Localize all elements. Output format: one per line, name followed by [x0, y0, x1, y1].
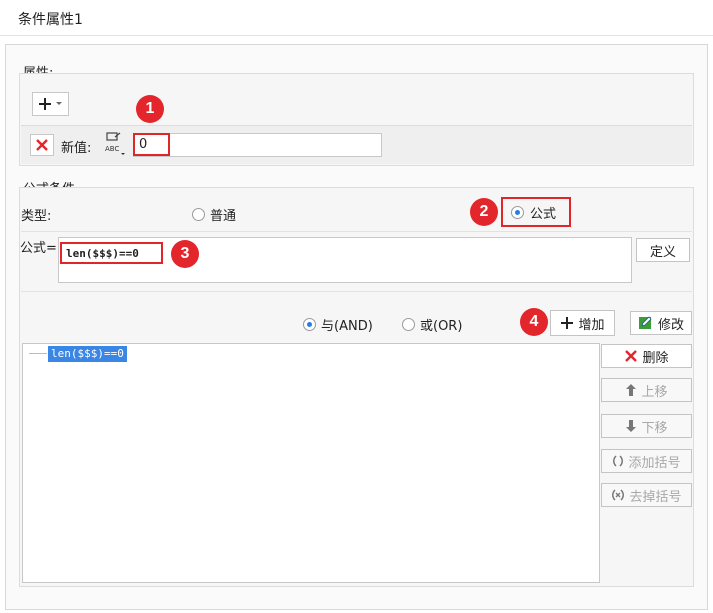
delete-property-button[interactable] — [30, 134, 54, 156]
new-value-text: 0 — [133, 133, 170, 156]
radio-and[interactable]: 与(AND) — [303, 315, 373, 334]
radio-formula-label: 公式 — [530, 206, 557, 222]
condition-item[interactable]: len($$$)==0 — [48, 346, 127, 362]
radio-or-label: 或(OR) — [420, 319, 463, 334]
plus-icon — [561, 317, 574, 329]
arrow-up-icon — [626, 384, 637, 396]
add-bracket-button-label: 添加括号 — [628, 455, 681, 471]
annotation-badge-4: 4 — [520, 308, 548, 336]
new-value-label: 新值: — [61, 141, 92, 156]
brackets-icon — [613, 455, 624, 467]
annotation-badge-2: 2 — [470, 198, 498, 226]
remove-bracket-button-label: 去掉括号 — [629, 489, 682, 505]
delete-button-label: 删除 — [642, 350, 669, 366]
define-button[interactable]: 定义 — [636, 238, 690, 262]
radio-and-circle — [303, 318, 316, 331]
add-property-button[interactable] — [32, 92, 69, 116]
radio-and-label: 与(AND) — [321, 319, 373, 334]
abc-type-icon[interactable]: ABC — [103, 131, 127, 157]
move-down-button[interactable]: 下移 — [601, 414, 692, 438]
radio-normal[interactable]: 普通 — [192, 205, 236, 224]
annotation-badge-1: 1 — [136, 95, 164, 123]
svg-text:ABC: ABC — [105, 145, 119, 153]
radio-normal-label: 普通 — [210, 209, 237, 224]
formula-text: len($$$)==0 — [60, 242, 163, 264]
modify-button-label: 修改 — [657, 317, 684, 333]
chevron-down-icon — [56, 102, 62, 105]
modify-button[interactable]: 修改 — [630, 311, 692, 335]
radio-formula[interactable]: 公式 — [501, 197, 571, 227]
move-up-button-label: 上移 — [641, 384, 668, 400]
remove-bracket-button[interactable]: 去掉括号 — [601, 483, 692, 507]
close-icon — [625, 350, 638, 362]
tree-line — [29, 353, 47, 354]
add-button[interactable]: 增加 — [550, 310, 615, 336]
close-icon — [36, 139, 48, 151]
radio-normal-circle — [192, 208, 205, 221]
arrow-down-icon — [626, 420, 637, 432]
new-value-field[interactable] — [133, 133, 382, 157]
radio-or[interactable]: 或(OR) — [402, 315, 462, 334]
dialog-title: 条件属性1 — [0, 0, 713, 36]
formula-label: 公式= — [20, 241, 57, 256]
annotation-badge-3: 3 — [171, 240, 199, 268]
remove-brackets-icon — [612, 489, 625, 501]
delete-button[interactable]: 删除 — [601, 344, 692, 368]
type-label: 类型: — [21, 209, 52, 224]
plus-icon — [39, 98, 51, 110]
add-button-label: 增加 — [578, 317, 605, 333]
edit-icon — [638, 316, 652, 329]
move-up-button[interactable]: 上移 — [601, 378, 692, 402]
radio-or-circle — [402, 318, 415, 331]
radio-formula-circle — [511, 205, 524, 219]
move-down-button-label: 下移 — [641, 420, 668, 436]
add-bracket-button[interactable]: 添加括号 — [601, 449, 692, 473]
condition-list[interactable]: len($$$)==0 — [22, 343, 600, 583]
divider — [21, 291, 692, 292]
divider — [21, 231, 692, 232]
